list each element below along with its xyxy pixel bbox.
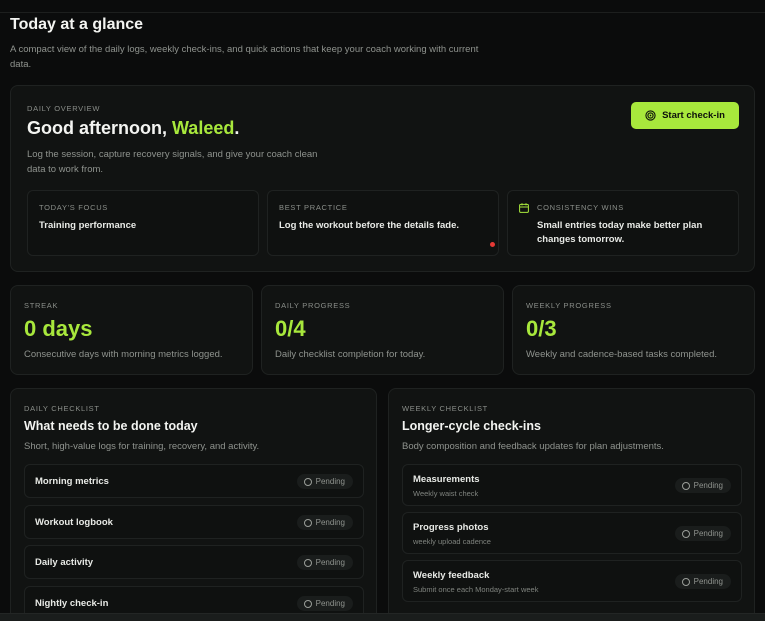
circle-icon — [303, 599, 312, 608]
status-text: Pending — [315, 558, 345, 567]
checklist-item-progress-photos[interactable]: Progress photos weekly upload cadence Pe… — [402, 512, 742, 554]
item-label: Measurements — [413, 474, 480, 485]
item-label: Morning metrics — [35, 476, 109, 487]
status-badge: Pending — [674, 526, 731, 541]
status-badge: Pending — [296, 555, 353, 570]
page-title: Today at a glance — [10, 16, 144, 33]
weekly-checklist-card: WEEKLY CHECKLIST Longer-cycle check-ins … — [388, 388, 755, 621]
daily-checklist-card: DAILY CHECKLIST What needs to be done to… — [10, 388, 377, 621]
status-text: Pending — [315, 518, 345, 527]
circle-icon — [303, 558, 312, 567]
start-checkin-label: Start check-in — [662, 110, 725, 121]
status-text: Pending — [693, 529, 723, 538]
checklist-item-daily-activity[interactable]: Daily activity Pending — [24, 545, 364, 579]
status-badge: Pending — [296, 596, 353, 611]
user-name: Waleed — [171, 118, 235, 138]
status-text: Pending — [315, 477, 345, 486]
notification-dot — [490, 242, 495, 247]
item-subtext: weekly upload cadence — [413, 537, 491, 546]
checklist-item-weekly-feedback[interactable]: Weekly feedback Submit once each Monday-… — [402, 560, 742, 602]
weekly-progress-value: 0/3 — [526, 316, 557, 341]
item-label: Weekly feedback — [413, 570, 490, 581]
streak-value: 0 days — [24, 316, 93, 341]
checklist-eyebrow: DAILY CHECKLIST — [24, 404, 100, 413]
streak-card: STREAK 0 days Consecutive days with morn… — [10, 285, 253, 375]
tip-eyebrow: TODAY'S FOCUS — [39, 203, 109, 212]
checklist-item-workout-logbook[interactable]: Workout logbook Pending — [24, 505, 364, 539]
item-subtext: Weekly waist check — [413, 489, 479, 498]
daily-progress-card: DAILY PROGRESS 0/4 Daily checklist compl… — [261, 285, 504, 375]
circle-icon — [303, 477, 312, 486]
stat-description: Daily checklist completion for today. — [275, 349, 426, 360]
checklist-item-measurements[interactable]: Measurements Weekly waist check Pending — [402, 464, 742, 506]
greeting-prefix: Good afternoon, — [27, 118, 172, 138]
weekly-progress-card: WEEKLY PROGRESS 0/3 Weekly and cadence-b… — [512, 285, 755, 375]
page: Today at a glance A compact view of the … — [0, 0, 765, 621]
status-badge: Pending — [296, 515, 353, 530]
item-subtext: Submit once each Monday-start week — [413, 585, 539, 594]
tip-text: Training performance — [39, 220, 137, 231]
greeting-suffix: . — [234, 118, 240, 138]
item-label: Daily activity — [35, 557, 94, 568]
tip-todays-focus: TODAY'S FOCUS Training performance — [27, 190, 259, 256]
checklist-description: Body composition and feedback updates fo… — [402, 441, 664, 452]
bottom-bar — [0, 613, 765, 621]
tip-text: Small entries today make better plan cha… — [537, 220, 703, 245]
tip-eyebrow: BEST PRACTICE — [279, 203, 348, 212]
stat-eyebrow: WEEKLY PROGRESS — [526, 301, 612, 310]
tip-best-practice: BEST PRACTICE Log the workout before the… — [267, 190, 499, 256]
calendar-icon — [519, 203, 529, 213]
daily-overview-card: DAILY OVERVIEW Good afternoon, Waleed. L… — [10, 85, 755, 272]
top-divider — [0, 12, 765, 13]
status-badge: Pending — [674, 574, 731, 589]
overview-eyebrow: DAILY OVERVIEW — [27, 104, 101, 113]
tip-text: Log the workout before the details fade. — [279, 220, 459, 231]
tip-eyebrow: CONSISTENCY WINS — [537, 203, 624, 212]
status-text: Pending — [693, 577, 723, 586]
stat-description: Consecutive days with morning metrics lo… — [24, 349, 223, 360]
checklist-description: Short, high-value logs for training, rec… — [24, 441, 260, 452]
stat-eyebrow: DAILY PROGRESS — [275, 301, 351, 310]
circle-icon — [681, 577, 690, 586]
status-text: Pending — [693, 481, 723, 490]
checklist-item-morning-metrics[interactable]: Morning metrics Pending — [24, 464, 364, 498]
status-badge: Pending — [674, 478, 731, 493]
stat-eyebrow: STREAK — [24, 301, 59, 310]
status-text: Pending — [315, 599, 345, 608]
tip-consistency-wins: CONSISTENCY WINS Small entries today mak… — [507, 190, 739, 256]
item-label: Workout logbook — [35, 517, 113, 528]
circle-icon — [681, 529, 690, 538]
start-checkin-button[interactable]: Start check-in — [631, 102, 739, 129]
checklist-title: Longer-cycle check-ins — [402, 419, 541, 433]
stat-description: Weekly and cadence-based tasks completed… — [526, 349, 717, 360]
target-icon — [645, 110, 656, 121]
item-label: Progress photos — [413, 522, 489, 533]
daily-progress-value: 0/4 — [275, 316, 306, 341]
checklist-eyebrow: WEEKLY CHECKLIST — [402, 404, 488, 413]
greeting: Good afternoon, Waleed. — [27, 118, 239, 139]
checklist-title: What needs to be done today — [24, 419, 198, 433]
circle-icon — [303, 518, 312, 527]
circle-icon — [681, 481, 690, 490]
item-label: Nightly check-in — [35, 598, 109, 609]
status-badge: Pending — [296, 474, 353, 489]
page-subtitle: A compact view of the daily logs, weekly… — [10, 44, 479, 70]
overview-description: Log the session, capture recovery signal… — [27, 149, 318, 175]
